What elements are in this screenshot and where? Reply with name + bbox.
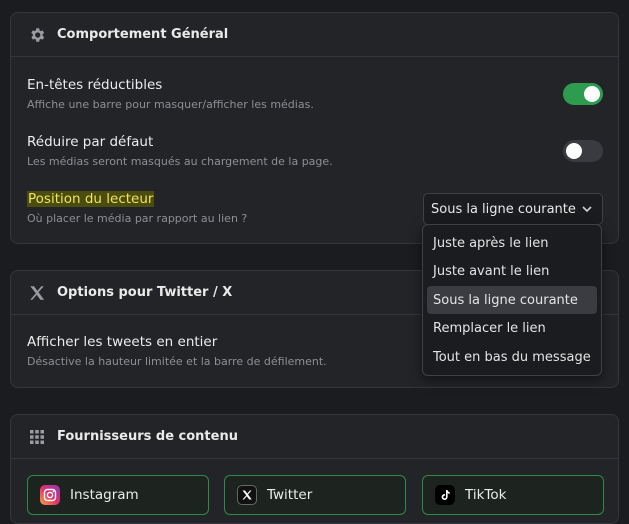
provider-label: Twitter: [267, 487, 313, 503]
grid-icon: [27, 427, 47, 447]
setting-description: Affiche une barre pour masquer/afficher …: [27, 98, 314, 111]
player-position-select[interactable]: Sous la ligne courante: [423, 193, 603, 225]
setting-description: Désactive la hauteur limitée et la barre…: [27, 355, 327, 368]
x-logo-icon: [237, 485, 257, 505]
full-tweets-setting: Afficher les tweets en entier Désactive …: [27, 334, 327, 368]
section-title: Fournisseurs de contenu: [57, 429, 238, 444]
setting-label: Position du lecteur: [27, 191, 155, 207]
general-behavior-header: Comportement Général: [11, 13, 618, 57]
x-logo-icon: [27, 283, 47, 303]
general-behavior-card: Comportement Général En-têtes réductible…: [10, 12, 619, 244]
chevron-down-icon: [580, 202, 594, 220]
provider-instagram[interactable]: Instagram: [27, 475, 209, 515]
gear-icon: [27, 25, 47, 45]
tiktok-icon: [435, 485, 455, 505]
provider-label: Instagram: [70, 487, 139, 503]
provider-twitter[interactable]: Twitter: [224, 475, 406, 515]
setting-description: Les médias seront masqués au chargement …: [27, 155, 333, 168]
dropdown-option[interactable]: Remplacer le lien: [427, 315, 597, 343]
collapse-default-toggle[interactable]: [563, 140, 603, 162]
collapse-default-setting: Réduire par défaut Les médias seront mas…: [27, 134, 333, 168]
provider-tiktok[interactable]: TikTok: [422, 475, 604, 515]
provider-label: TikTok: [465, 487, 507, 503]
toggle-knob: [584, 86, 600, 102]
setting-label: En-têtes réductibles: [27, 77, 163, 93]
toggle-knob: [566, 143, 582, 159]
player-position-dropdown: Juste après le lien Juste avant le lien …: [422, 224, 602, 376]
setting-label: Afficher les tweets en entier: [27, 334, 218, 350]
player-position-setting: Position du lecteur Où placer le média p…: [27, 191, 247, 225]
dropdown-option[interactable]: Tout en bas du message: [427, 343, 597, 371]
collapsible-headers-toggle[interactable]: [563, 83, 603, 105]
select-value: Sous la ligne courante: [431, 201, 576, 217]
section-title: Comportement Général: [57, 27, 229, 42]
setting-description: Où placer le média par rapport au lien ?: [27, 212, 248, 225]
setting-label: Réduire par défaut: [27, 134, 154, 150]
dropdown-option[interactable]: Juste après le lien: [427, 229, 597, 257]
instagram-icon: [40, 485, 60, 505]
content-providers-header: Fournisseurs de contenu: [11, 415, 618, 459]
dropdown-option[interactable]: Juste avant le lien: [427, 258, 597, 286]
dropdown-option-selected[interactable]: Sous la ligne courante: [427, 286, 597, 314]
collapsible-headers-setting: En-têtes réductibles Affiche une barre p…: [27, 77, 314, 111]
section-title: Options pour Twitter / X: [57, 285, 233, 300]
